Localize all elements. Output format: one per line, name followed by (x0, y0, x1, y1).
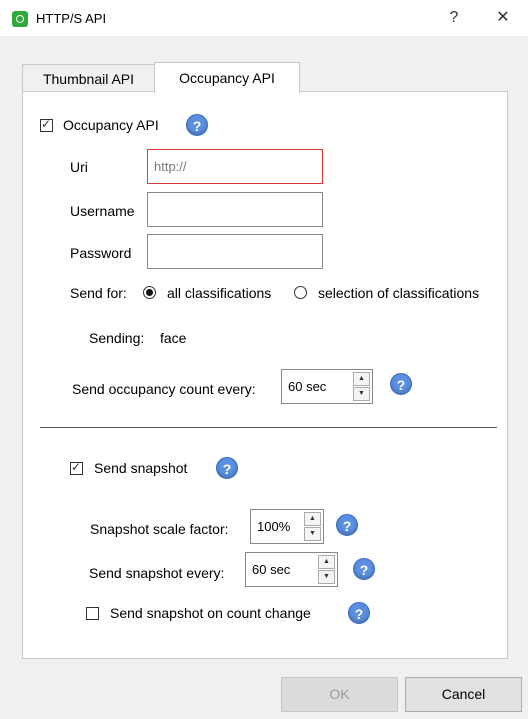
all-classifications-label: all classifications (167, 285, 272, 301)
occupancy-api-label: Occupancy API (63, 117, 159, 133)
help-icon[interactable]: ? (390, 373, 412, 395)
password-input[interactable] (147, 234, 323, 269)
help-icon[interactable]: ? (336, 514, 358, 536)
username-input[interactable] (147, 192, 323, 227)
password-label: Password (70, 245, 132, 261)
snapshot-every-value: 60 sec (252, 562, 291, 577)
help-icon[interactable]: ? (186, 114, 208, 136)
app-eye-icon (12, 11, 28, 27)
selection-of-classifications-label: selection of classifications (318, 285, 480, 301)
close-icon[interactable]: ✕ (491, 6, 515, 30)
tab-occupancy-api[interactable]: Occupancy API (154, 62, 300, 93)
username-label: Username (70, 203, 135, 219)
spin-down-arrow-icon[interactable]: ▼ (304, 527, 321, 541)
snapshot-on-change-label: Send snapshot on count change (110, 605, 311, 621)
count-every-value: 60 sec (288, 379, 327, 394)
occupancy-api-checkbox[interactable] (40, 117, 53, 132)
section-divider (40, 427, 497, 428)
sending-label: Sending: (89, 330, 145, 346)
scale-factor-value: 100% (257, 519, 291, 534)
help-icon[interactable]: ? (216, 457, 238, 479)
count-every-label: Send occupancy count every: (72, 381, 256, 397)
count-every-spinbox[interactable]: 60 sec ▲ ▼ (281, 369, 373, 404)
uri-label: Uri (70, 159, 88, 175)
radio-all-classifications[interactable] (143, 286, 156, 299)
title-bar: HTTP/S API ? ✕ (0, 0, 528, 36)
ok-button[interactable]: OK (281, 677, 398, 712)
uri-input[interactable]: http:// (147, 149, 323, 184)
snapshot-every-spin-buttons: ▲ ▼ (318, 555, 335, 584)
radio-selection-of-classifications[interactable] (294, 286, 307, 299)
send-snapshot-label: Send snapshot (94, 460, 188, 476)
help-icon[interactable]: ? (348, 602, 370, 624)
spin-up-arrow-icon[interactable]: ▲ (353, 372, 370, 386)
snapshot-on-change-checkbox[interactable] (86, 607, 99, 620)
spin-up-arrow-icon[interactable]: ▲ (304, 512, 321, 526)
cancel-button[interactable]: Cancel (405, 677, 522, 712)
help-titlebar-button[interactable]: ? (442, 6, 466, 30)
spin-up-arrow-icon[interactable]: ▲ (318, 555, 335, 569)
snapshot-every-label: Send snapshot every: (89, 565, 225, 581)
sending-value: face (160, 330, 187, 346)
help-icon[interactable]: ? (353, 558, 375, 580)
count-every-spin-buttons: ▲ ▼ (353, 372, 370, 401)
scale-factor-spin-buttons: ▲ ▼ (304, 512, 321, 541)
scale-factor-label: Snapshot scale factor: (90, 521, 229, 537)
window-title: HTTP/S API (36, 11, 107, 26)
send-snapshot-checkbox[interactable] (70, 460, 83, 475)
tab-thumbnail-api[interactable]: Thumbnail API (22, 64, 155, 92)
send-for-label: Send for: (70, 285, 127, 301)
spin-down-arrow-icon[interactable]: ▼ (318, 570, 335, 584)
scale-factor-spinbox[interactable]: 100% ▲ ▼ (250, 509, 324, 544)
snapshot-every-spinbox[interactable]: 60 sec ▲ ▼ (245, 552, 338, 587)
spin-down-arrow-icon[interactable]: ▼ (353, 387, 370, 401)
